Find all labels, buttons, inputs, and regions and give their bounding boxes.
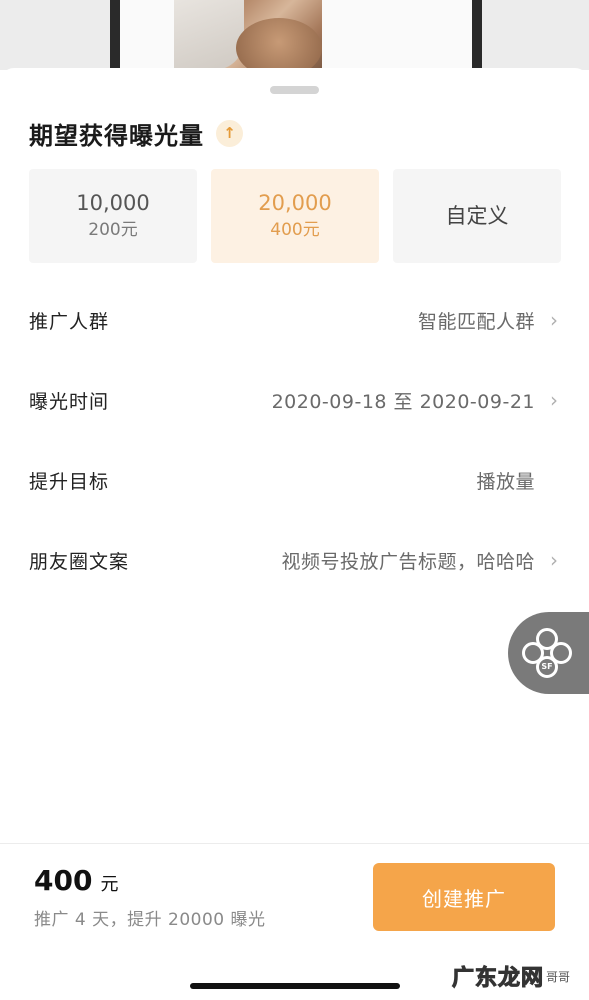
- row-boost-goal: 提升目标 播放量 ›: [29, 460, 561, 500]
- option-amount: 20,000: [258, 191, 332, 215]
- row-exposure-time[interactable]: 曝光时间 2020-09-18 至 2020-09-21 ›: [29, 380, 561, 420]
- home-indicator: [190, 983, 400, 989]
- row-target-audience[interactable]: 推广人群 智能匹配人群 ›: [29, 300, 561, 340]
- video-thumbnail: [174, 0, 322, 78]
- chevron-right-icon: ›: [550, 308, 558, 332]
- chevron-right-icon: ›: [550, 548, 558, 572]
- row-moments-copy[interactable]: 朋友圈文案 视频号投放广告标题，哈哈哈 ›: [29, 540, 561, 580]
- option-amount: 10,000: [76, 191, 150, 215]
- price-amount: 400: [34, 864, 93, 897]
- total-price: 400 元: [34, 864, 118, 897]
- row-label: 推广人群: [29, 310, 110, 333]
- exposure-options: 10,000 200元 20,000 400元 自定义: [29, 169, 561, 263]
- exposure-option-10000[interactable]: 10,000 200元: [29, 169, 197, 263]
- floating-assist-button[interactable]: SF: [508, 612, 589, 694]
- row-label: 曝光时间: [29, 390, 110, 413]
- row-value: 智能匹配人群: [417, 310, 535, 333]
- row-label: 提升目标: [29, 470, 110, 493]
- watermark: 广东龙网 哥哥: [451, 960, 571, 992]
- row-value: 视频号投放广告标题，哈哈哈: [281, 550, 535, 573]
- exposure-option-custom[interactable]: 自定义: [393, 169, 561, 263]
- video-preview-strip: [0, 0, 589, 78]
- exposure-option-20000[interactable]: 20,000 400元: [211, 169, 379, 263]
- thumbnail-shirt: [174, 0, 244, 70]
- exposure-title: 期望获得曝光量: [29, 121, 204, 150]
- exposure-title-row: 期望获得曝光量 ↑: [29, 116, 243, 150]
- option-custom-label: 自定义: [445, 204, 509, 228]
- row-value: 2020-09-18 至 2020-09-21: [271, 390, 535, 413]
- price-unit: 元: [100, 874, 119, 895]
- option-price: 400元: [270, 220, 320, 240]
- promotion-sheet: 期望获得曝光量 ↑ 10,000 200元 20,000 400元 自定义: [0, 68, 589, 1000]
- footer-divider: [0, 843, 589, 844]
- row-value: 播放量: [476, 470, 535, 493]
- option-price: 200元: [88, 220, 138, 240]
- promotion-summary: 推广 4 天，提升 20000 曝光: [34, 910, 266, 930]
- clover-icon: SF: [522, 628, 572, 678]
- watermark-text: 广东龙网: [451, 966, 545, 992]
- up-arrow-icon[interactable]: ↑: [216, 119, 243, 147]
- chevron-right-icon: ›: [550, 388, 558, 412]
- row-label: 朋友圈文案: [29, 550, 130, 573]
- watermark-small: 哥哥: [546, 969, 571, 984]
- create-promotion-button[interactable]: 创建推广: [373, 863, 555, 931]
- sheet-drag-handle[interactable]: [270, 86, 319, 94]
